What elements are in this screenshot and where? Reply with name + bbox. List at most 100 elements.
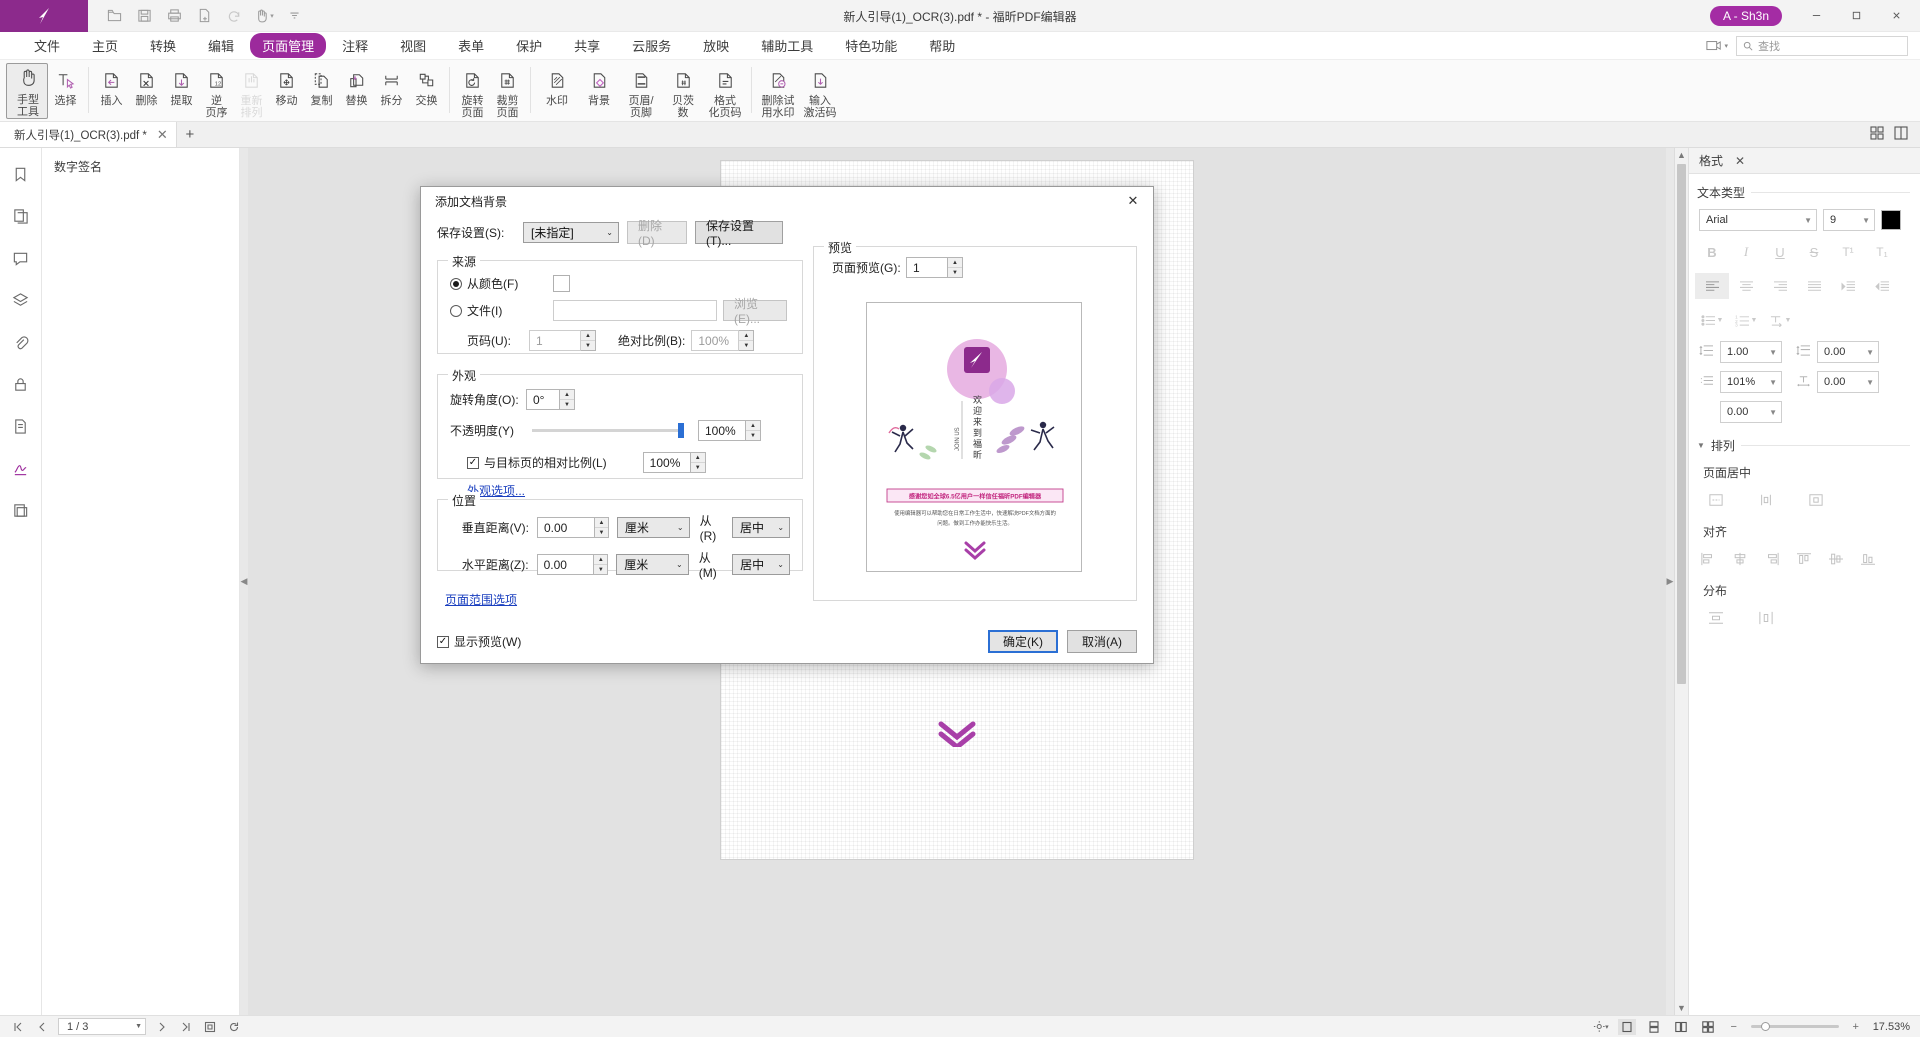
font-color-swatch[interactable]: [1881, 210, 1901, 230]
bold-icon[interactable]: B: [1695, 239, 1729, 265]
format-page-number-button[interactable]: 格式 化页码: [704, 63, 746, 119]
absolute-scale-spinner[interactable]: ▲▼: [739, 330, 754, 351]
continuous-view-icon[interactable]: [1645, 1019, 1663, 1035]
close-button[interactable]: [1876, 0, 1916, 32]
subscript-icon[interactable]: T₁: [1865, 239, 1899, 265]
align-left-icon[interactable]: [1695, 273, 1729, 299]
align-objects-vcenter-icon[interactable]: [1827, 546, 1845, 572]
extract-page-button[interactable]: 提取: [164, 63, 199, 119]
last-page-icon[interactable]: [178, 1021, 194, 1033]
page-range-link[interactable]: 页面范围选项: [445, 593, 517, 607]
save-icon[interactable]: [130, 3, 158, 29]
center-horizontal-icon[interactable]: [1749, 487, 1783, 513]
comments-icon[interactable]: [6, 244, 36, 272]
relative-scale-input[interactable]: 100%: [643, 452, 691, 473]
align-center-icon[interactable]: [1729, 273, 1763, 299]
align-objects-left-icon[interactable]: [1699, 546, 1717, 572]
opacity-input[interactable]: 100%: [698, 420, 746, 441]
scroll-up-icon[interactable]: ▲: [1677, 150, 1686, 160]
close-icon[interactable]: ✕: [157, 127, 168, 143]
chevron-down-icon[interactable]: ▾: [1724, 42, 1728, 50]
hand-tool-icon[interactable]: ▾: [250, 3, 278, 29]
document-tab[interactable]: 新人引导(1)_OCR(3).pdf * ✕: [0, 122, 177, 147]
relative-scale-spinner[interactable]: ▲▼: [691, 452, 706, 473]
new-tab-button[interactable]: +: [177, 122, 203, 147]
view-settings-icon[interactable]: ▾: [1593, 1020, 1609, 1033]
next-page-icon[interactable]: [154, 1021, 170, 1033]
file-path-input[interactable]: [553, 300, 717, 321]
first-page-icon[interactable]: [10, 1021, 26, 1033]
split-page-button[interactable]: 拆分: [374, 63, 409, 119]
split-view-icon[interactable]: [1894, 126, 1908, 143]
zoom-slider[interactable]: [1751, 1025, 1839, 1028]
menu-item-3[interactable]: 编辑: [192, 33, 250, 58]
print-icon[interactable]: [160, 3, 188, 29]
minimize-button[interactable]: [1796, 0, 1836, 32]
rotate-view-icon[interactable]: [226, 1021, 242, 1033]
show-preview-checkbox[interactable]: ✓: [437, 636, 449, 648]
single-page-view-icon[interactable]: [1618, 1019, 1636, 1035]
horizontal-scale-select[interactable]: 101% ▼: [1720, 371, 1782, 393]
chevron-down-icon[interactable]: ▾: [270, 12, 274, 20]
indent-decrease-icon[interactable]: [1865, 273, 1899, 299]
document-vertical-scrollbar[interactable]: ▲ ▼: [1674, 148, 1688, 1015]
zoom-level-value[interactable]: 17.53%: [1873, 1021, 1910, 1033]
menu-item-11[interactable]: 放映: [687, 33, 745, 58]
facing-view-icon[interactable]: [1672, 1019, 1690, 1035]
remove-trial-watermark-button[interactable]: 删除试 用水印: [757, 63, 799, 119]
new-file-icon[interactable]: [190, 3, 218, 29]
open-file-icon[interactable]: [100, 3, 128, 29]
page-number-spinner[interactable]: ▲▼: [581, 330, 596, 351]
swap-page-button[interactable]: 交换: [409, 63, 444, 119]
menu-item-13[interactable]: 特色功能: [829, 33, 913, 58]
paragraph-spacing-select[interactable]: 0.00 ▼: [1817, 341, 1879, 363]
italic-icon[interactable]: I: [1729, 239, 1763, 265]
crop-page-button[interactable]: 裁剪 页面: [490, 63, 525, 119]
bullet-list-icon[interactable]: ▼: [1695, 307, 1729, 333]
destination-icon[interactable]: [6, 412, 36, 440]
attachment-icon[interactable]: [6, 328, 36, 356]
horizontal-distance-spinner[interactable]: ▲▼: [594, 554, 608, 575]
vertical-unit-select[interactable]: 厘米 ⌄: [617, 517, 690, 538]
vertical-from-select[interactable]: 居中 ⌄: [732, 517, 790, 538]
page-number-box[interactable]: 1 / 3 ▼: [58, 1018, 146, 1035]
menu-item-12[interactable]: 辅助工具: [745, 33, 829, 58]
chevron-down-icon[interactable]: ▼: [1785, 317, 1792, 324]
word-spacing-select[interactable]: 0.00 ▼: [1720, 401, 1782, 423]
background-button[interactable]: 背景: [578, 63, 620, 119]
indent-increase-icon[interactable]: [1831, 273, 1865, 299]
background-color-swatch[interactable]: [553, 275, 570, 292]
chevron-down-icon[interactable]: ▼: [1697, 441, 1705, 450]
insert-page-button[interactable]: 插入: [94, 63, 129, 119]
previous-page-icon[interactable]: [34, 1021, 50, 1033]
menu-item-0[interactable]: 文件: [18, 33, 76, 58]
menu-item-7[interactable]: 表单: [442, 33, 500, 58]
page-fit-icon[interactable]: [202, 1021, 218, 1033]
watermark-button[interactable]: 水印: [536, 63, 578, 119]
undo-icon[interactable]: [220, 3, 248, 29]
rotate-page-button[interactable]: 旋转 页面: [455, 63, 490, 119]
collapse-right-panel-handle[interactable]: ▶: [1666, 148, 1674, 1015]
center-both-icon[interactable]: [1799, 487, 1833, 513]
center-vertical-icon[interactable]: [1699, 487, 1733, 513]
font-size-select[interactable]: 9 ▼: [1823, 209, 1875, 231]
from-file-radio[interactable]: [450, 305, 462, 317]
align-objects-bottom-icon[interactable]: [1859, 546, 1877, 572]
character-spacing-select[interactable]: 0.00 ▼: [1817, 371, 1879, 393]
text-direction-icon[interactable]: ▼: [1763, 307, 1797, 333]
opacity-spinner[interactable]: ▲▼: [746, 420, 761, 441]
align-objects-top-icon[interactable]: [1795, 546, 1813, 572]
stamp-icon[interactable]: [6, 496, 36, 524]
strikethrough-icon[interactable]: S: [1797, 239, 1831, 265]
account-button[interactable]: A - Sh3n: [1710, 6, 1782, 26]
cancel-button[interactable]: 取消(A): [1067, 630, 1137, 653]
chevron-down-icon[interactable]: ▾: [1605, 1023, 1609, 1031]
scrollbar-thumb[interactable]: [1677, 164, 1686, 684]
copy-page-button[interactable]: 复制: [304, 63, 339, 119]
zoom-in-button[interactable]: +: [1848, 1021, 1864, 1033]
tile-view-icon[interactable]: [1870, 126, 1884, 143]
delete-page-button[interactable]: 删除: [129, 63, 164, 119]
horizontal-distance-input[interactable]: 0.00: [537, 554, 595, 575]
menu-item-page-management[interactable]: 页面管理: [250, 33, 326, 58]
align-objects-right-icon[interactable]: [1763, 546, 1781, 572]
